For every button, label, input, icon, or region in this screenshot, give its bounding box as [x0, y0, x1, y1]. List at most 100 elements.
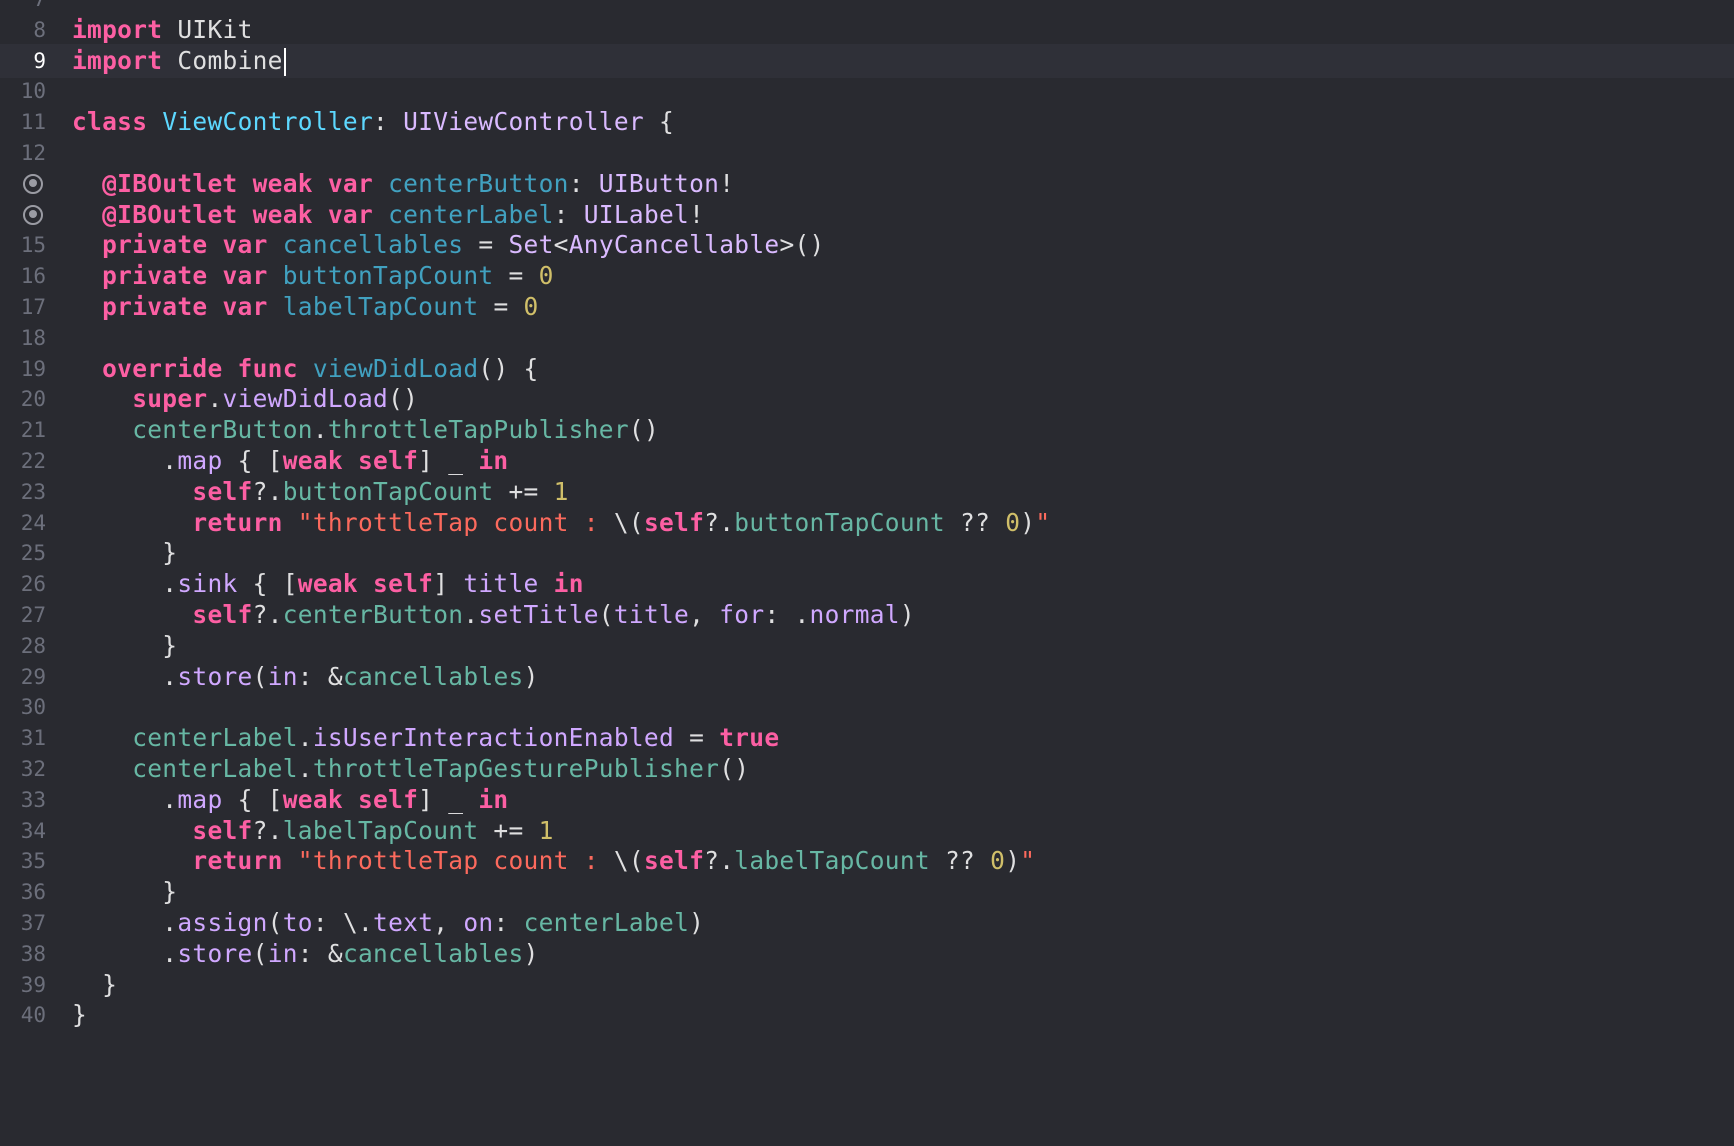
code-line[interactable]: 18	[0, 321, 1734, 355]
code-text: }	[72, 998, 87, 1032]
code-token: labelTapCount	[282, 292, 479, 321]
code-token: sink	[177, 569, 238, 599]
line-number: 33	[20, 787, 46, 812]
code-token: }	[72, 538, 178, 568]
code-text: .store(in: &cancellables)	[72, 660, 539, 694]
code-token: Set	[508, 230, 554, 260]
code-token: for	[719, 600, 765, 629]
line-number: 24	[20, 510, 46, 535]
line-number: 8	[33, 17, 46, 42]
code-token: .	[72, 661, 178, 691]
code-text: super.viewDidLoad()	[72, 382, 418, 416]
code-editor[interactable]: 78import UIKit9import Combine1011class V…	[0, 0, 1734, 1146]
code-line[interactable]: 38 .store(in: &cancellables)	[0, 937, 1734, 971]
code-text: .map { [weak self] _ in	[72, 444, 508, 478]
line-number: 18	[20, 325, 46, 350]
code-line[interactable]: 31 centerLabel.isUserInteractionEnabled …	[0, 721, 1734, 755]
code-token: :	[553, 199, 584, 229]
code-line[interactable]: 39 }	[0, 968, 1734, 1002]
code-token: buttonTapCount	[734, 507, 945, 537]
code-token: to	[282, 908, 313, 937]
code-line[interactable]: 33 .map { [weak self] _ in	[0, 783, 1734, 817]
line-number: 10	[20, 79, 46, 104]
code-line[interactable]: 29 .store(in: &cancellables)	[0, 660, 1734, 694]
line-number: 39	[20, 972, 46, 997]
code-line[interactable]: 8 import UIKit	[0, 13, 1734, 47]
code-line[interactable]: 25 }	[0, 536, 1734, 570]
code-token: }	[72, 969, 118, 999]
code-token: return	[192, 846, 283, 876]
code-line[interactable]: 12	[0, 136, 1734, 170]
code-token: =	[674, 723, 720, 753]
code-line[interactable]: 35 return "throttleTap count : \(self?.l…	[0, 844, 1734, 878]
line-number: 9	[33, 48, 46, 73]
code-line[interactable]: 10	[0, 74, 1734, 108]
code-text: private var labelTapCount = 0	[72, 290, 539, 324]
code-token: )	[523, 661, 539, 691]
code-token: centerLabel	[132, 723, 298, 753]
code-text: }	[72, 536, 177, 570]
code-token: ?.	[704, 507, 735, 537]
code-token: !	[689, 199, 705, 229]
code-line[interactable]: 11 class ViewController: UIViewController…	[0, 105, 1734, 139]
outlet-connection-icon[interactable]	[23, 204, 43, 225]
code-line[interactable]: 24 return "throttleTap count : \(self?.b…	[0, 506, 1734, 540]
code-token: cancellables	[342, 661, 524, 691]
code-line[interactable]: 28 }	[0, 629, 1734, 663]
code-line[interactable]: 34 self?.labelTapCount += 1	[0, 814, 1734, 848]
code-token: map	[177, 784, 223, 814]
code-token: =	[478, 292, 524, 321]
code-token: centerButton	[388, 168, 569, 198]
code-line[interactable]: 21 centerButton.throttleTapPublisher()	[0, 413, 1734, 447]
code-token: (	[598, 600, 614, 629]
code-text: private var buttonTapCount = 0	[72, 259, 554, 293]
code-token: ()	[388, 384, 419, 414]
code-line[interactable]: 37 .assign(to: \.text, on: centerLabel)	[0, 906, 1734, 940]
code-line[interactable]: @IBOutlet weak var centerLabel: UILabel!	[0, 198, 1734, 232]
code-token: "	[1020, 846, 1036, 876]
code-line[interactable]: 30	[0, 690, 1734, 724]
code-line[interactable]: 40}	[0, 998, 1734, 1032]
code-line[interactable]: 19 override func viewDidLoad() {	[0, 352, 1734, 386]
code-token: .	[72, 908, 178, 937]
code-text: centerButton.throttleTapPublisher()	[72, 413, 659, 447]
code-token: <	[553, 230, 569, 260]
line-number: 26	[20, 572, 46, 597]
code-line[interactable]: 23 self?.buttonTapCount += 1	[0, 475, 1734, 509]
code-line[interactable]: 17 private var labelTapCount = 0	[0, 290, 1734, 324]
code-line[interactable]: @IBOutlet weak var centerButton: UIButto…	[0, 167, 1734, 201]
code-line[interactable]: 20 super.viewDidLoad()	[0, 382, 1734, 416]
code-token: )	[1005, 846, 1021, 876]
code-token: throttleTapPublisher	[327, 415, 629, 445]
code-text: }	[72, 968, 117, 1002]
code-token: 0	[538, 261, 554, 291]
outlet-connection-icon[interactable]	[23, 173, 43, 194]
code-text: .map { [weak self] _ in	[72, 783, 508, 817]
code-token: 0	[523, 292, 539, 321]
line-number: 25	[20, 541, 46, 566]
code-token: weak self	[282, 784, 419, 814]
code-token: viewDidLoad	[222, 384, 389, 414]
code-line[interactable]: 26 .sink { [weak self] title in	[0, 567, 1734, 601]
code-line[interactable]: 9 import Combine	[0, 43, 1734, 78]
code-token: ??	[944, 507, 1006, 537]
code-line[interactable]: 32 centerLabel.throttleTapGesturePublish…	[0, 752, 1734, 786]
code-line[interactable]: 15 private var cancellables = Set<AnyCan…	[0, 228, 1734, 262]
code-token: self	[192, 815, 253, 845]
code-token: \(	[613, 507, 644, 537]
code-line[interactable]: 16 private var buttonTapCount = 0	[0, 259, 1734, 293]
code-token: centerButton	[282, 600, 464, 629]
code-line[interactable]: 22 .map { [weak self] _ in	[0, 444, 1734, 478]
code-token: title	[463, 569, 539, 599]
code-line[interactable]: 27 self?.centerButton.setTitle(title, fo…	[0, 598, 1734, 632]
code-line[interactable]: 36 }	[0, 875, 1734, 909]
code-token: .	[72, 938, 178, 968]
